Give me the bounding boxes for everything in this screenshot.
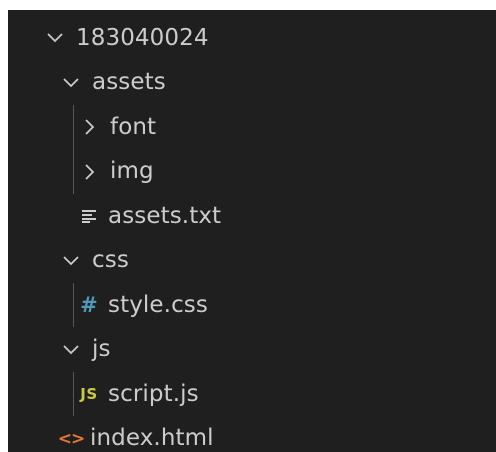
chevron-right-icon	[78, 161, 100, 183]
js-file-icon: JS	[80, 385, 98, 404]
tree-item-label: img	[110, 158, 154, 185]
tree-folder-assets[interactable]: assets	[8, 61, 496, 106]
chevron-down-icon	[60, 339, 82, 361]
tree-file-style-css[interactable]: # style.css	[8, 283, 496, 328]
file-explorer-panel: 183040024 assets font img assets.txt css…	[8, 10, 496, 452]
tree-item-label: assets.txt	[108, 202, 222, 229]
text-file-icon	[78, 205, 100, 227]
tree-item-label: 183040024	[76, 24, 209, 51]
tree-item-label: font	[110, 113, 157, 140]
chevron-down-icon	[60, 72, 82, 94]
tree-item-label: index.html	[90, 425, 214, 452]
tree-folder-css[interactable]: css	[8, 239, 496, 284]
tree-item-label: js	[92, 336, 111, 363]
tree-file-assets-txt[interactable]: assets.txt	[8, 194, 496, 239]
html-file-icon: <>	[57, 428, 86, 449]
tree-folder-font[interactable]: font	[8, 105, 496, 150]
css-file-icon: #	[80, 293, 98, 318]
file-tree: 183040024 assets font img assets.txt css…	[8, 16, 496, 452]
chevron-right-icon	[78, 116, 100, 138]
tree-item-label: assets	[92, 69, 166, 96]
tree-folder-183040024[interactable]: 183040024	[8, 16, 496, 61]
tree-item-label: css	[92, 247, 129, 274]
tree-item-label: script.js	[108, 380, 199, 407]
tree-file-index-html[interactable]: <> index.html	[8, 417, 496, 452]
tree-file-script-js[interactable]: JS script.js	[8, 372, 496, 417]
tree-item-label: style.css	[108, 291, 208, 318]
chevron-down-icon	[60, 250, 82, 272]
tree-folder-img[interactable]: img	[8, 150, 496, 195]
chevron-down-icon	[44, 27, 66, 49]
tree-folder-js[interactable]: js	[8, 328, 496, 373]
